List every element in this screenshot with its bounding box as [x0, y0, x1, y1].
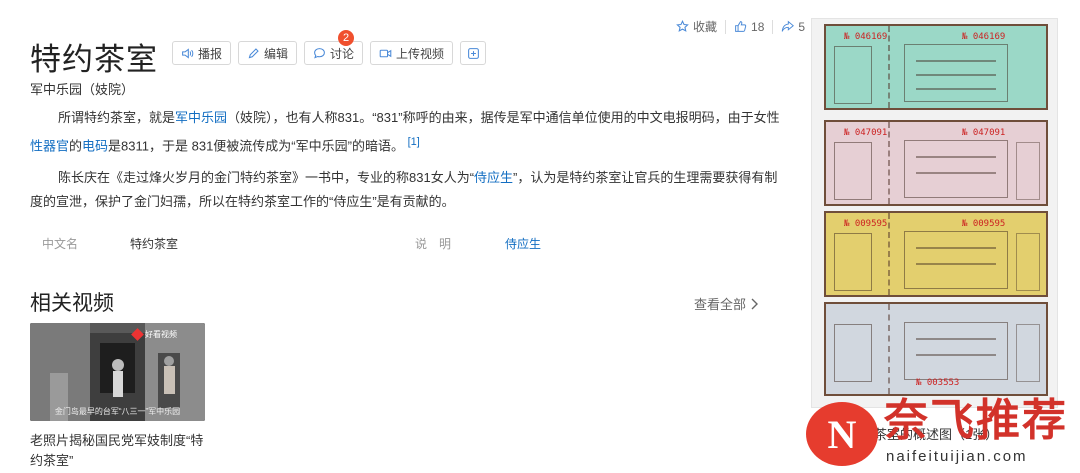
ticket-text-line: [916, 172, 996, 174]
video-source-label: 好看视频: [145, 330, 177, 339]
video-thumbnail[interactable]: 好看视频 金门岛最早的台军“八三一”军中乐园: [30, 323, 205, 421]
ticket-perforation: [888, 122, 890, 204]
ticket-stub: [834, 142, 872, 200]
plus-square-icon: [467, 47, 479, 59]
discuss-button[interactable]: 讨论 2: [304, 30, 364, 65]
basic-info-value-link[interactable]: 侍应生: [505, 235, 541, 252]
link-attendant[interactable]: 侍应生: [474, 170, 513, 185]
reference-link[interactable]: [1]: [408, 136, 420, 148]
page-subtitle: 军中乐园（妓院）: [30, 82, 135, 97]
pencil-icon: [248, 47, 259, 58]
watermark-text: 奈飞推荐: [884, 395, 1068, 446]
ticket-perforation: [888, 213, 890, 295]
ticket-stub: [834, 46, 872, 104]
text-span: 陈长庆在《走过烽火岁月的金门特约茶室》一书中，专业的称831女人为“: [58, 170, 475, 185]
see-all-link[interactable]: 查看全部: [694, 294, 759, 313]
like-count: 18: [751, 19, 765, 34]
upload-video-label: 上传视频: [396, 46, 445, 61]
basic-info-key: 中文名: [42, 236, 79, 251]
ticket-number: № 009595: [844, 219, 888, 229]
text-span: 所谓特约茶室，就是: [58, 110, 176, 125]
summary-paragraph-1: 所谓特约茶室，就是军中乐园（妓院），也有人称831。“831”称呼的由来，据传是…: [30, 106, 790, 158]
video-platform-icon: [131, 328, 144, 341]
link-military-paradise[interactable]: 军中乐园: [175, 110, 227, 125]
watermark-logo: N: [806, 402, 878, 466]
text-span: 的: [69, 138, 83, 154]
discuss-badge: 2: [338, 30, 355, 46]
edit-button[interactable]: 编辑: [238, 41, 298, 65]
favorite-label: 收藏: [693, 20, 718, 34]
video-source-logo: 好看视频: [131, 328, 177, 341]
summary-paragraph-2: 陈长庆在《走过烽火岁月的金门特约茶室》一书中，专业的称831女人为“侍应生”，认…: [30, 166, 790, 214]
text-span: 是8311，于是 831便被流传成为“军中乐园”的暗语。: [108, 138, 404, 154]
title-toolbar: 播报 编辑 讨论 2 上传视频: [172, 30, 487, 65]
share-icon: [782, 20, 795, 32]
link-telegraph-code[interactable]: 电码: [82, 138, 108, 153]
discuss-label: 讨论: [330, 46, 355, 61]
summary-image[interactable]: № 046169 № 046169 № 047091 № 047091 № 00…: [811, 18, 1058, 408]
favorite-button[interactable]: 收藏: [668, 18, 725, 35]
ticket-text-line: [916, 354, 996, 356]
related-videos-heading: 相关视频: [30, 292, 114, 315]
add-button[interactable]: [460, 41, 487, 65]
ticket-number: № 003553: [916, 378, 960, 388]
link-genitals[interactable]: 性器官: [30, 138, 69, 153]
ticket-image: № 047091 № 047091: [824, 120, 1048, 206]
broadcast-button[interactable]: 播报: [172, 41, 232, 65]
ticket-body: [904, 140, 1008, 198]
ticket-text-line: [916, 156, 996, 158]
ticket-text-line: [916, 338, 996, 340]
ticket-number: № 047091: [962, 128, 1006, 138]
ticket-text-line: [916, 60, 996, 62]
video-subtitle-caption: 金门岛最早的台军“八三一”军中乐园: [54, 407, 181, 416]
share-count: 5: [798, 19, 806, 34]
broadcast-label: 播报: [198, 46, 223, 61]
ticket-body: [904, 44, 1008, 102]
ticket-side-panel: [1016, 324, 1040, 382]
top-actions: 收藏 18 5: [668, 18, 813, 35]
thumbs-up-icon: [735, 21, 747, 32]
share-button[interactable]: 5: [773, 20, 813, 34]
ticket-text-line: [916, 74, 996, 76]
edit-label: 编辑: [264, 46, 289, 61]
basic-info-row: 中文名 特约茶室 说 明 侍应生: [30, 233, 780, 253]
ticket-image: № 003553: [824, 302, 1048, 396]
ticket-body: [904, 322, 1008, 380]
ticket-perforation: [888, 26, 890, 108]
like-button[interactable]: 18: [726, 20, 772, 34]
ticket-number: № 009595: [962, 219, 1006, 229]
watermark-url: naifeituijian.com: [886, 448, 1028, 465]
ticket-stub: [834, 233, 872, 291]
ticket-text-line: [916, 88, 996, 90]
ticket-number: № 046169: [962, 32, 1006, 42]
video-camera-icon: [379, 49, 392, 57]
watermark-logo-letter: N: [827, 411, 857, 457]
basic-info-key: 说 明: [415, 236, 452, 251]
ticket-perforation: [888, 304, 890, 394]
ticket-stub: [834, 324, 872, 382]
ticket-text-line: [916, 263, 996, 265]
ticket-image: № 046169 № 046169: [824, 24, 1048, 110]
ticket-image: № 009595 № 009595: [824, 211, 1048, 297]
chevron-right-icon: [751, 298, 759, 309]
chat-bubble-icon: [314, 47, 325, 58]
ticket-number: № 046169: [844, 32, 888, 42]
text-span: （妓院），也有人称831。“831”称呼的由来，据传是军中通信单位使用的中文电报…: [227, 110, 780, 125]
star-icon: [676, 20, 689, 32]
upload-video-button[interactable]: 上传视频: [370, 41, 454, 65]
ticket-text-line: [916, 247, 996, 249]
see-all-label: 查看全部: [694, 297, 747, 312]
video-title-link[interactable]: 老照片揭秘国民党军妓制度“特约茶室”: [30, 431, 210, 471]
speaker-icon: [182, 47, 194, 59]
ticket-side-panel: [1016, 142, 1040, 200]
page-title: 特约茶室: [30, 42, 158, 77]
basic-info-value: 特约茶室: [130, 236, 179, 251]
ticket-body: [904, 231, 1008, 289]
ticket-number: № 047091: [844, 128, 888, 138]
ticket-side-panel: [1016, 233, 1040, 291]
